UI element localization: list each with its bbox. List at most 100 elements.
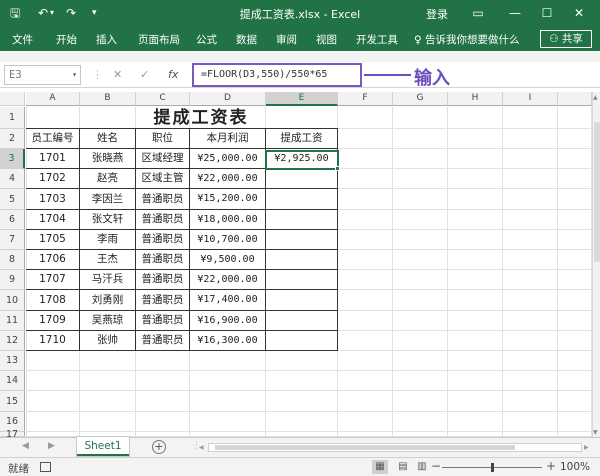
row-header-15[interactable]: 15 [0,391,25,412]
vertical-scrollbar[interactable]: ▲ ▼ [592,92,600,438]
horizontal-scroll-thumb[interactable] [215,445,515,450]
data-cell-c11[interactable]: 普通职员 [135,310,190,331]
data-cell-c5[interactable]: 普通职员 [135,188,190,210]
row-header-12[interactable]: 12 [0,331,25,351]
column-header-h[interactable]: H [448,92,503,106]
data-cell-b9[interactable]: 马汗兵 [79,269,136,290]
data-cell-a6[interactable]: 1704 [26,209,80,230]
row-header-7[interactable]: 7 [0,230,25,250]
data-cell-a12[interactable]: 1710 [26,330,80,351]
data-cell-e9[interactable] [265,269,338,290]
maximize-button[interactable]: ☐ [534,3,560,23]
login-link[interactable]: 登录 [426,6,448,22]
data-cell-d9[interactable]: ¥22,000.00 [189,269,266,290]
data-cell-d11[interactable]: ¥16,900.00 [189,310,266,331]
add-sheet-icon[interactable]: + [152,440,166,454]
data-cell-e4[interactable] [265,168,338,189]
name-box[interactable]: E3 ▾ [4,65,81,85]
row-header-6[interactable]: 6 [0,210,25,230]
row-header-5[interactable]: 5 [0,189,25,210]
data-cell-b4[interactable]: 赵亮 [79,168,136,189]
data-cell-a3[interactable]: 1701 [26,148,80,169]
row-header-14[interactable]: 14 [0,371,25,391]
column-header-e[interactable]: E [266,92,338,106]
data-cell-c4[interactable]: 区域主管 [135,168,190,189]
header-cell-e[interactable]: 提成工资 [265,128,338,149]
row-header-13[interactable]: 13 [0,351,25,371]
normal-view-icon[interactable]: ▦ [372,460,388,474]
row-header-2[interactable]: 2 [0,129,25,149]
data-cell-d4[interactable]: ¥22,000.00 [189,168,266,189]
row-header-11[interactable]: 11 [0,311,25,331]
tab-page-layout[interactable]: 页面布局 [138,32,180,47]
data-cell-e11[interactable] [265,310,338,331]
data-cell-a8[interactable]: 1706 [26,249,80,270]
enter-icon[interactable]: ✓ [140,68,149,81]
header-cell-d[interactable]: 本月利润 [189,128,266,149]
data-cell-d6[interactable]: ¥18,000.00 [189,209,266,230]
data-cell-a7[interactable]: 1705 [26,229,80,250]
data-cell-d3[interactable]: ¥25,000.00 [189,148,266,169]
data-cell-e5[interactable] [265,188,338,210]
data-cell-b11[interactable]: 吴燕琼 [79,310,136,331]
row-header-10[interactable]: 10 [0,290,25,311]
page-break-view-icon[interactable]: ▥ [414,460,430,474]
tab-view[interactable]: 视图 [316,32,337,47]
sheet-title[interactable]: 提成工资表 [136,107,266,129]
insert-function-icon[interactable]: fx [168,68,178,81]
sheet-tab-sheet1[interactable]: Sheet1 [77,437,129,456]
row-header-4[interactable]: 4 [0,169,25,189]
scroll-left-icon[interactable]: ◀ [199,444,204,451]
data-cell-c10[interactable]: 普通职员 [135,289,190,311]
scroll-down-icon[interactable]: ▼ [593,429,598,436]
data-cell-c12[interactable]: 普通职员 [135,330,190,351]
data-cell-b12[interactable]: 张帅 [79,330,136,351]
zoom-in-icon[interactable]: + [546,459,556,473]
zoom-slider-handle[interactable] [491,463,494,472]
data-cell-d10[interactable]: ¥17,400.00 [189,289,266,311]
column-header-i[interactable]: I [503,92,558,106]
zoom-level[interactable]: 100% [560,461,590,473]
data-cell-b10[interactable]: 刘勇刚 [79,289,136,311]
data-cell-e8[interactable] [265,249,338,270]
data-cell-d7[interactable]: ¥10,700.00 [189,229,266,250]
data-cell-c8[interactable]: 普通职员 [135,249,190,270]
column-header-c[interactable]: C [136,92,190,106]
tab-home[interactable]: 开始 [56,32,77,47]
tab-review[interactable]: 审阅 [276,32,297,47]
tab-developer[interactable]: 开发工具 [356,32,398,47]
worksheet-grid[interactable]: 提成工资表 员工编号 姓名 职位 本月利润 提成工资 1701 张晓燕 区域经理 ¥25,000… [26,107,592,437]
share-button[interactable]: ⚇ 共享 [540,30,592,48]
page-layout-view-icon[interactable]: ▤ [395,460,411,474]
data-cell-c6[interactable]: 普通职员 [135,209,190,230]
data-cell-b5[interactable]: 李因兰 [79,188,136,210]
data-cell-e12[interactable] [265,330,338,351]
data-cell-c9[interactable]: 普通职员 [135,269,190,290]
horizontal-scrollbar[interactable] [208,443,582,452]
data-cell-a5[interactable]: 1703 [26,188,80,210]
data-cell-e10[interactable] [265,289,338,311]
data-cell-a10[interactable]: 1708 [26,289,80,311]
next-sheet-icon[interactable]: ▶ [48,441,55,451]
zoom-out-icon[interactable]: − [431,459,441,473]
data-cell-a11[interactable]: 1709 [26,310,80,331]
tab-insert[interactable]: 插入 [96,32,117,47]
scroll-right-icon[interactable]: ▶ [584,444,589,451]
fill-handle[interactable] [335,166,340,171]
tab-formulas[interactable]: 公式 [196,32,217,47]
data-cell-a9[interactable]: 1707 [26,269,80,290]
data-cell-d12[interactable]: ¥16,300.00 [189,330,266,351]
select-all-corner[interactable] [0,92,25,106]
data-cell-d8[interactable]: ¥9,500.00 [189,249,266,270]
tab-file[interactable]: 文件 [12,32,33,47]
data-cell-b6[interactable]: 张文轩 [79,209,136,230]
data-cell-c7[interactable]: 普通职员 [135,229,190,250]
column-header-d[interactable]: D [190,92,266,106]
row-header-8[interactable]: 8 [0,250,25,270]
scroll-up-icon[interactable]: ▲ [593,94,598,101]
data-cell-c3[interactable]: 区域经理 [135,148,190,169]
active-cell-e3[interactable] [265,150,339,170]
data-cell-e6[interactable] [265,209,338,230]
row-header-1[interactable]: 1 [0,107,25,129]
ribbon-display-icon[interactable]: ▭ [465,3,491,23]
